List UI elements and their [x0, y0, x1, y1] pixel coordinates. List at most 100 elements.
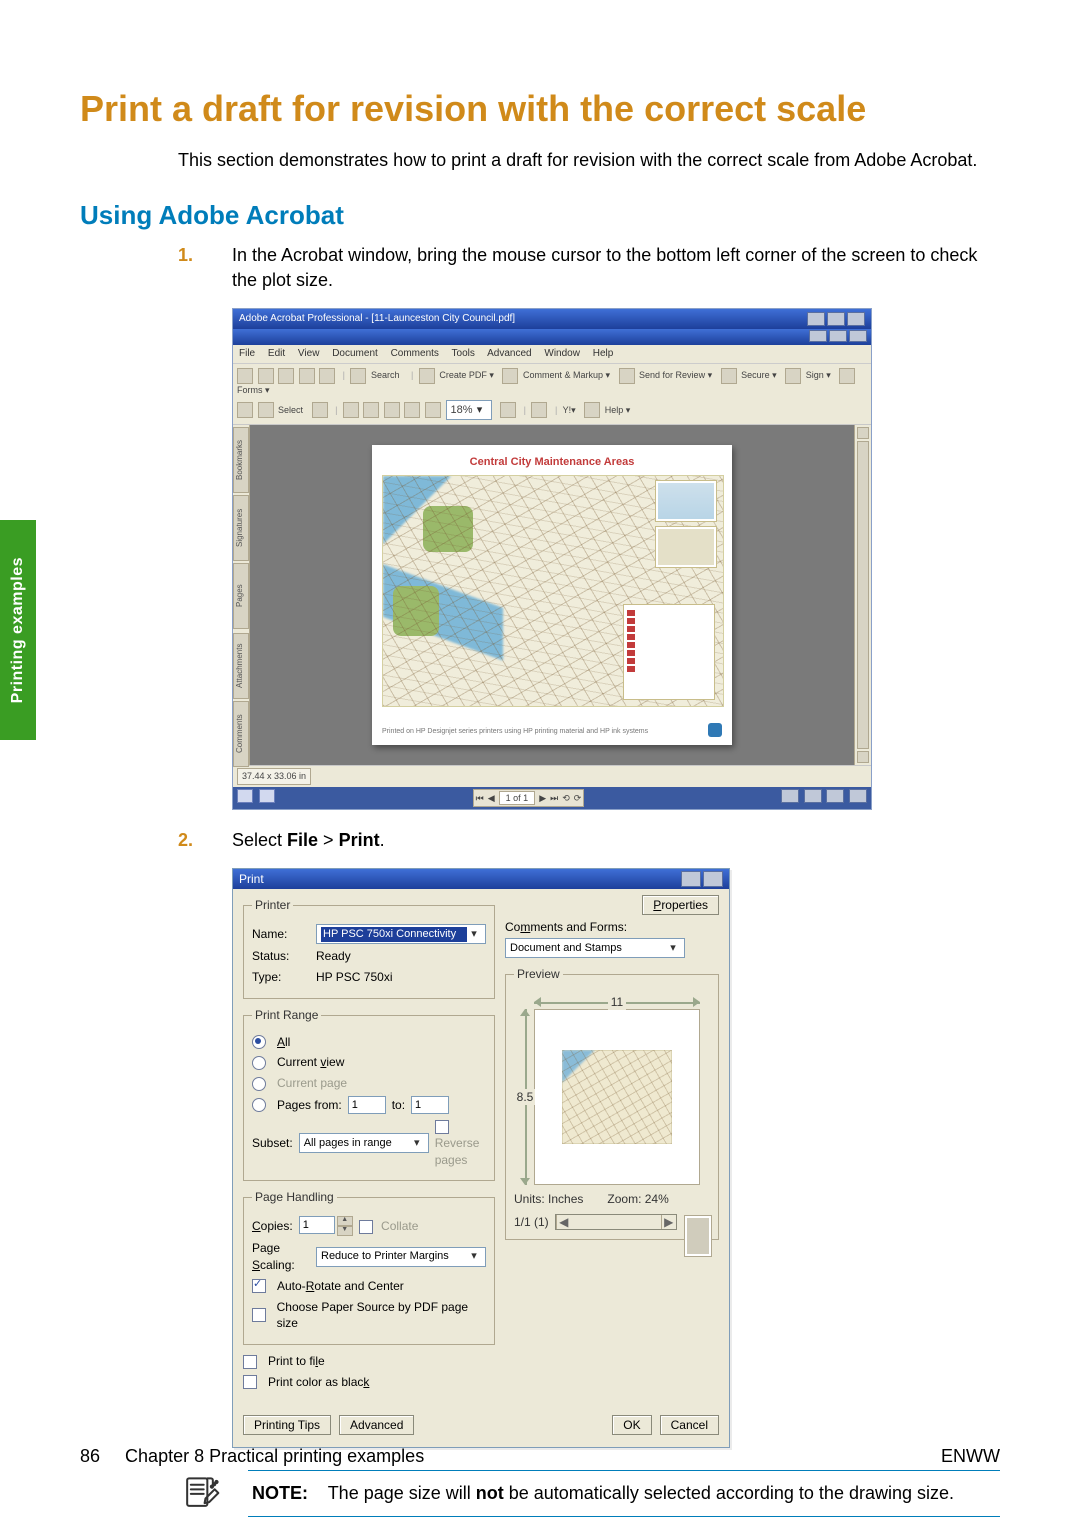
subset-select[interactable]: All pages in range▾ [299, 1133, 429, 1153]
nav-forward-icon[interactable]: ⟳ [574, 792, 582, 805]
tab-signatures[interactable]: Signatures [233, 495, 249, 561]
menubar[interactable]: File Edit View Document Comments Tools A… [233, 345, 871, 364]
menu-edit[interactable]: Edit [268, 348, 285, 359]
snapshot-icon[interactable] [312, 402, 328, 418]
menu-comments[interactable]: Comments [391, 348, 439, 359]
search-icon[interactable] [350, 368, 366, 384]
page-indicator[interactable]: 1 of 1 [499, 791, 536, 806]
tab-comments[interactable]: Comments [233, 701, 249, 767]
select-tool-icon[interactable] [258, 402, 274, 418]
radio-pages[interactable] [252, 1098, 266, 1112]
window-close-icon[interactable] [847, 312, 865, 326]
print-icon[interactable] [258, 368, 274, 384]
last-page-icon[interactable]: ⏭ [550, 792, 558, 805]
dialog-help-icon[interactable] [681, 871, 701, 887]
scroll-left-icon[interactable]: ◀ [556, 1215, 571, 1229]
select-label[interactable]: Select [278, 405, 303, 415]
create-pdf-icon[interactable] [419, 368, 435, 384]
hand-tool-icon[interactable] [237, 402, 253, 418]
sign-btn[interactable]: Sign ▾ [806, 370, 831, 380]
menu-view[interactable]: View [298, 348, 320, 359]
tab-attachments[interactable]: Attachments [233, 633, 249, 699]
window-minimize-icon[interactable] [807, 312, 825, 326]
preview-page-scrollbar[interactable]: ◀ ▶ [555, 1214, 677, 1230]
tab-pages[interactable]: Pages [233, 563, 249, 629]
dialog-close-icon[interactable] [703, 871, 723, 887]
menu-file[interactable]: File [239, 348, 255, 359]
save-icon[interactable] [278, 368, 294, 384]
single-page-icon[interactable] [781, 789, 799, 803]
pages-from-input[interactable]: 1 [348, 1096, 386, 1114]
view-icon[interactable] [237, 789, 253, 803]
zoom-in-icon[interactable] [343, 402, 359, 418]
pages-to-input[interactable]: 1 [411, 1096, 449, 1114]
print-color-black-checkbox[interactable] [243, 1375, 257, 1389]
zoom-width-icon[interactable] [425, 402, 441, 418]
scroll-up-icon[interactable] [857, 427, 869, 439]
first-page-icon[interactable]: ⏮ [476, 792, 484, 805]
print-to-file-checkbox[interactable] [243, 1355, 257, 1369]
doc-minimize-icon[interactable] [809, 330, 827, 342]
scroll-track[interactable] [857, 441, 869, 749]
comment-markup-icon[interactable] [502, 368, 518, 384]
continuous-facing-icon[interactable] [849, 789, 867, 803]
choose-paper-source-checkbox[interactable] [252, 1308, 266, 1322]
vertical-scrollbar[interactable] [854, 425, 871, 765]
secure-btn[interactable]: Secure ▾ [741, 370, 777, 380]
menu-window[interactable]: Window [544, 348, 580, 359]
comment-markup-btn[interactable]: Comment & Markup ▾ [523, 370, 610, 380]
forms-icon[interactable] [839, 368, 855, 384]
window-maximize-icon[interactable] [827, 312, 845, 326]
comments-forms-select[interactable]: Document and Stamps▾ [505, 938, 685, 958]
email-icon[interactable] [299, 368, 315, 384]
properties-button[interactable]: Properties [642, 895, 719, 915]
view-icon[interactable] [259, 789, 275, 803]
zoom-actual-icon[interactable] [384, 402, 400, 418]
zoom-out-icon[interactable] [363, 402, 379, 418]
page-navigation[interactable]: ⏮ ◀ 1 of 1 ▶ ⏭ ⟲ ⟳ [473, 789, 585, 808]
scroll-right-icon[interactable]: ▶ [661, 1215, 676, 1229]
document-canvas[interactable]: Central City Maintenance Areas [250, 425, 854, 765]
open-icon[interactable] [237, 368, 253, 384]
send-for-review-btn[interactable]: Send for Review ▾ [639, 370, 712, 380]
search-label[interactable]: Search [371, 370, 400, 380]
menu-advanced[interactable]: Advanced [487, 348, 531, 359]
doc-restore-icon[interactable] [829, 330, 847, 342]
menu-document[interactable]: Document [332, 348, 378, 359]
help-btn[interactable]: Help ▾ [605, 405, 631, 415]
auto-rotate-checkbox[interactable] [252, 1279, 266, 1293]
page-scaling-select[interactable]: Reduce to Printer Margins▾ [316, 1247, 486, 1267]
menu-help[interactable]: Help [593, 348, 614, 359]
next-page-icon[interactable]: ▶ [539, 792, 546, 805]
scroll-down-icon[interactable] [857, 751, 869, 763]
radio-current-view[interactable] [252, 1056, 266, 1070]
forms-btn[interactable]: Forms ▾ [237, 385, 270, 395]
secure-icon[interactable] [721, 368, 737, 384]
advanced-button[interactable]: Advanced [339, 1415, 414, 1435]
facing-icon[interactable] [826, 789, 844, 803]
spinner-up-icon[interactable]: ▲ [337, 1216, 353, 1226]
ok-button[interactable]: OK [612, 1415, 651, 1435]
copies-spinner[interactable]: 1 ▲▼ [299, 1216, 353, 1236]
printing-tips-button[interactable]: Printing Tips [243, 1415, 331, 1435]
zoom-value[interactable]: 18%▾ [446, 400, 492, 420]
sign-icon[interactable] [785, 368, 801, 384]
copies-value[interactable]: 1 [299, 1216, 335, 1234]
yahoo-btn[interactable]: Y!▾ [563, 405, 576, 415]
tab-bookmarks[interactable]: Bookmarks [233, 427, 249, 493]
spinner-down-icon[interactable]: ▼ [337, 1226, 353, 1236]
nav-back-icon[interactable]: ⟲ [562, 792, 570, 805]
create-pdf-btn[interactable]: Create PDF ▾ [439, 370, 494, 380]
task-icon[interactable] [531, 402, 547, 418]
radio-all[interactable] [252, 1035, 266, 1049]
prev-page-icon[interactable]: ◀ [488, 792, 495, 805]
help-icon[interactable] [584, 402, 600, 418]
printer-name-select[interactable]: HP PSC 750xi Connectivity ▾ [316, 924, 486, 944]
send-review-icon[interactable] [619, 368, 635, 384]
zoom-fit-icon[interactable] [404, 402, 420, 418]
organizer-icon[interactable] [319, 368, 335, 384]
doc-close-icon[interactable] [849, 330, 867, 342]
rotate-icon[interactable] [500, 402, 516, 418]
continuous-icon[interactable] [804, 789, 822, 803]
scroll-thumb[interactable] [684, 1215, 712, 1257]
